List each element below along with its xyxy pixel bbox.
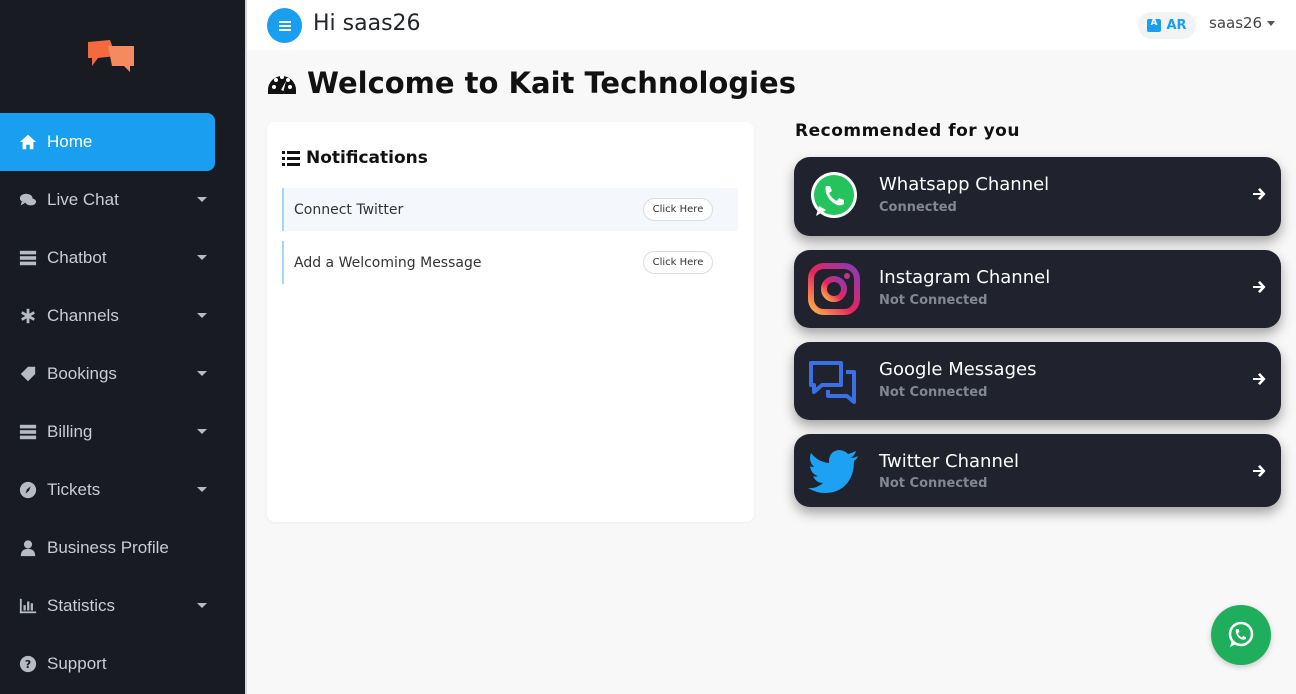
whatsapp-float-button[interactable] [1211, 605, 1271, 665]
list-icon [282, 150, 300, 166]
comments-icon [17, 191, 39, 209]
whatsapp-icon [811, 172, 857, 218]
sidebar-item-label: Statistics [47, 596, 116, 615]
sidebar-item-label: Chatbot [47, 248, 107, 267]
chevron-down-icon [197, 371, 207, 376]
channel-name: Instagram Channel [879, 267, 1051, 288]
channel-status: Not Connected [879, 293, 988, 308]
arrow-right-icon [1253, 281, 1266, 293]
whatsapp-icon [1228, 621, 1254, 647]
click-here-button[interactable]: Click Here [643, 251, 713, 274]
chevron-down-icon [1267, 20, 1276, 26]
hamburger-icon [278, 20, 291, 31]
arrow-right-icon [1253, 373, 1266, 385]
channel-status: Not Connected [879, 476, 988, 491]
page-title: Welcome to Kait Technologies [267, 66, 796, 100]
chevron-down-icon [197, 313, 207, 318]
user-menu-dropdown[interactable]: saas26 [1209, 14, 1276, 32]
user-name: saas26 [1209, 14, 1263, 32]
chevron-down-icon [197, 255, 207, 260]
sidebar-item-support[interactable]: ? Support [0, 635, 245, 693]
svg-text:?: ? [25, 658, 31, 671]
user-icon [17, 539, 39, 557]
sidebar-item-label: Tickets [47, 480, 101, 499]
sidebar-item-channels[interactable]: Channels [0, 287, 245, 345]
top-header: Hi saas26 AR saas26 [247, 0, 1296, 50]
sidebar-item-home[interactable]: Home [0, 113, 215, 171]
channel-status: Not Connected [879, 385, 988, 400]
sidebar-item-label: Home [47, 132, 93, 151]
ticket-tag-icon [17, 365, 39, 383]
stack-icon [17, 423, 39, 441]
click-here-button[interactable]: Click Here [643, 198, 713, 221]
sidebar-item-label: Billing [47, 422, 93, 441]
notification-text: Connect Twitter [294, 201, 404, 218]
greeting-text: Hi saas26 [313, 11, 421, 36]
home-icon [17, 133, 39, 151]
sidebar-item-tickets[interactable]: Tickets [0, 461, 245, 519]
language-label: AR [1166, 18, 1187, 33]
menu-toggle-button[interactable] [267, 8, 302, 43]
sidebar-nav: Home Live Chat Chatbot Channels Bookings… [0, 113, 245, 693]
channel-card-instagram[interactable]: Instagram Channel Not Connected [794, 250, 1281, 328]
asterisk-icon [17, 307, 39, 325]
channel-card-whatsapp[interactable]: Whatsapp Channel Connected [794, 157, 1281, 236]
recommended-title: Recommended for you [795, 121, 1020, 141]
chat-bubbles-logo-icon[interactable] [86, 36, 138, 74]
instagram-icon [808, 263, 860, 315]
chevron-down-icon [197, 429, 207, 434]
sidebar-item-label: Bookings [47, 364, 117, 383]
chevron-down-icon [197, 487, 207, 492]
notifications-list: Connect Twitter Click Here Add a Welcomi… [282, 188, 738, 294]
arrow-right-icon [1253, 188, 1266, 200]
notification-text: Add a Welcoming Message [294, 254, 482, 271]
google-messages-icon [809, 361, 856, 404]
sidebar-item-statistics[interactable]: Statistics [0, 577, 245, 635]
compass-icon [17, 481, 39, 499]
welcome-heading: Welcome to Kait Technologies [307, 66, 796, 100]
sidebar-item-bookings[interactable]: Bookings [0, 345, 245, 403]
sidebar-item-label: Channels [47, 306, 119, 325]
twitter-icon [808, 450, 858, 493]
arrow-right-icon [1253, 465, 1266, 477]
sidebar-item-business-profile[interactable]: Business Profile [0, 519, 245, 577]
dashboard-gauge-icon [268, 75, 296, 94]
notifications-title: Notifications [306, 148, 428, 168]
sidebar: Home Live Chat Chatbot Channels Bookings… [0, 0, 245, 694]
sidebar-item-live-chat[interactable]: Live Chat [0, 171, 245, 229]
notifications-header: Notifications [282, 148, 428, 168]
translate-icon [1147, 18, 1162, 32]
bar-chart-icon [17, 597, 39, 615]
channel-card-twitter[interactable]: Twitter Channel Not Connected [794, 434, 1281, 507]
sidebar-item-label: Support [47, 654, 107, 673]
sidebar-divider [245, 0, 247, 694]
channel-status: Connected [879, 200, 957, 215]
channel-name: Google Messages [879, 359, 1037, 380]
channel-card-google-messages[interactable]: Google Messages Not Connected [794, 342, 1281, 420]
notifications-card: Notifications Connect Twitter Click Here… [267, 122, 754, 522]
channel-name: Whatsapp Channel [879, 174, 1050, 195]
notification-item: Connect Twitter Click Here [282, 188, 738, 231]
chevron-down-icon [197, 197, 207, 202]
notification-item: Add a Welcoming Message Click Here [282, 241, 738, 284]
question-circle-icon: ? [17, 655, 39, 673]
sidebar-item-chatbot[interactable]: Chatbot [0, 229, 245, 287]
sidebar-item-billing[interactable]: Billing [0, 403, 245, 461]
sidebar-item-label: Live Chat [47, 190, 119, 209]
language-switch-button[interactable]: AR [1138, 12, 1196, 39]
chevron-down-icon [197, 603, 207, 608]
server-icon [17, 249, 39, 267]
sidebar-item-label: Business Profile [47, 538, 169, 557]
channel-name: Twitter Channel [879, 451, 1019, 472]
